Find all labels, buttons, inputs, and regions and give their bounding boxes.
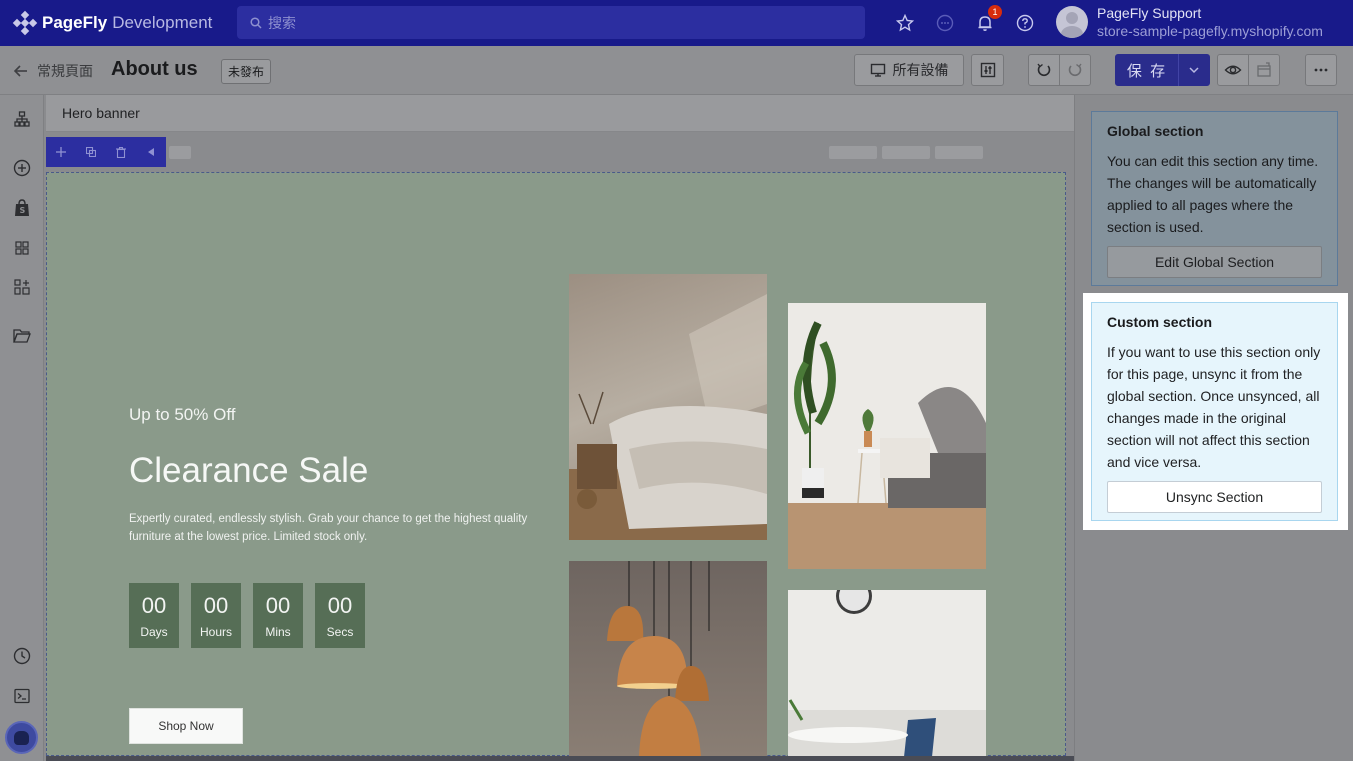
brand[interactable]: PageFly Development: [0, 10, 237, 36]
unsync-section-button[interactable]: Unsync Section: [1107, 481, 1322, 513]
more-horizontal-icon: [1314, 68, 1328, 72]
custom-section-title: Custom section: [1107, 314, 1213, 330]
breadcrumb: Hero banner: [46, 95, 1074, 132]
search-placeholder: 搜索: [268, 14, 296, 31]
countdown-label: Days: [140, 625, 168, 639]
help-icon[interactable]: [1014, 12, 1036, 34]
pendant-lamps-photo: [569, 561, 767, 757]
svg-text:S: S: [20, 206, 26, 215]
countdown-timer: 00 Days 00 Hours 00 Mins 00 Secs: [129, 583, 377, 648]
brand-name: PageFly: [42, 13, 108, 32]
save-button[interactable]: 保 存: [1115, 54, 1210, 86]
global-section-description: You can edit this section any time. The …: [1107, 153, 1319, 235]
countdown-label: Mins: [265, 625, 291, 639]
collapse-arrow-icon[interactable]: [136, 137, 166, 167]
add-element-icon[interactable]: [11, 157, 33, 179]
status-badge: 未發布: [221, 59, 272, 84]
undo-button[interactable]: [1028, 54, 1060, 86]
living-room-photo: [788, 303, 986, 569]
countdown-value: 00: [141, 593, 167, 618]
arrow-left-icon: [13, 65, 27, 77]
user-menu[interactable]: PageFly Support store-sample-pagefly.mys…: [1056, 4, 1323, 40]
device-label: 所有設備: [892, 62, 949, 78]
pagefly-logo-icon: [12, 10, 38, 36]
back-label: 常規頁面: [37, 63, 93, 79]
left-sidebar: S: [0, 95, 44, 761]
device-selector-button[interactable]: 所有設備: [854, 54, 964, 86]
countdown-value: 00: [265, 593, 291, 618]
hero-title: Clearance Sale: [129, 451, 369, 490]
code-terminal-icon[interactable]: [11, 685, 33, 707]
search-icon: [250, 16, 262, 29]
custom-section-highlight: Custom section If you want to use this s…: [1083, 293, 1348, 530]
publish-icon: [1257, 62, 1271, 77]
notification-badge: 1: [988, 5, 1002, 19]
countdown-value: 00: [327, 593, 353, 618]
sliders-icon: [980, 62, 995, 78]
user-name: PageFly Support: [1097, 5, 1202, 21]
shop-now-button[interactable]: Shop Now: [129, 708, 243, 744]
countdown-mins: 00 Mins: [253, 583, 303, 648]
page-title: About us: [111, 58, 198, 80]
more-options-button[interactable]: [1305, 54, 1337, 86]
star-icon[interactable]: [894, 12, 916, 34]
right-settings-panel: Global section You can edit this section…: [1074, 95, 1353, 761]
countdown-label: Hours: [199, 625, 232, 639]
redo-button[interactable]: [1059, 54, 1091, 86]
notification-bell-icon[interactable]: 1: [974, 5, 1002, 34]
desktop-icon: [870, 63, 885, 77]
shopify-bag-icon[interactable]: S: [11, 197, 33, 219]
search-input[interactable]: 搜索: [237, 6, 865, 39]
user-avatar[interactable]: [5, 721, 38, 754]
page-structure-icon[interactable]: [11, 108, 33, 130]
editor-canvas: Hero banner Up to 50% Off Clearance Sale…: [44, 95, 1074, 761]
editor-toolbar: 常規頁面 About us 未發布 所有設備 保 存: [0, 46, 1353, 95]
countdown-label: Secs: [326, 625, 354, 639]
countdown-hours: 00 Hours: [191, 583, 241, 648]
office-chair-photo: [788, 590, 986, 757]
edit-global-section-button[interactable]: Edit Global Section: [1107, 246, 1322, 278]
duplicate-icon[interactable]: [76, 137, 106, 167]
chat-icon[interactable]: [934, 12, 956, 34]
hero-banner-section[interactable]: Up to 50% Off Clearance Sale Expertly cu…: [46, 172, 1066, 757]
hero-subtitle: Up to 50% Off: [129, 405, 236, 424]
global-section-card: Global section You can edit this section…: [1091, 111, 1338, 286]
trash-icon[interactable]: [106, 137, 136, 167]
back-button[interactable]: 常規頁面: [13, 61, 93, 81]
countdown-days: 00 Days: [129, 583, 179, 648]
user-store: store-sample-pagefly.myshopify.com: [1097, 23, 1323, 39]
save-options-chevron-down-icon[interactable]: [1179, 64, 1209, 76]
hero-description: Expertly curated, endlessly stylish. Gra…: [129, 513, 528, 543]
publish-button[interactable]: [1248, 54, 1280, 86]
custom-section-description: If you want to use this section only for…: [1107, 344, 1321, 470]
preview-button[interactable]: [1217, 54, 1249, 86]
section-toolbar: [46, 137, 166, 167]
avatar: [1056, 6, 1088, 38]
history-clock-icon[interactable]: [11, 645, 33, 667]
apps-icon[interactable]: [11, 276, 33, 298]
sections-grid-icon[interactable]: [11, 237, 33, 259]
save-label: 保 存: [1126, 62, 1168, 80]
bedroom-photo: [569, 274, 767, 540]
redo-icon: [1068, 63, 1082, 77]
add-icon[interactable]: [46, 137, 76, 167]
layout-settings-button[interactable]: [971, 54, 1004, 86]
custom-section-card: Custom section If you want to use this s…: [1091, 302, 1338, 521]
folder-icon[interactable]: [11, 325, 33, 347]
environment-label: Development: [112, 13, 213, 32]
countdown-secs: 00 Secs: [315, 583, 365, 648]
countdown-value: 00: [203, 593, 229, 618]
breadcrumb-item[interactable]: Hero banner: [62, 105, 140, 121]
undo-icon: [1037, 63, 1051, 77]
eye-icon: [1224, 65, 1242, 75]
global-section-title: Global section: [1107, 123, 1204, 139]
top-nav-bar: PageFly Development 搜索 1 PageFly Support…: [0, 0, 1353, 46]
